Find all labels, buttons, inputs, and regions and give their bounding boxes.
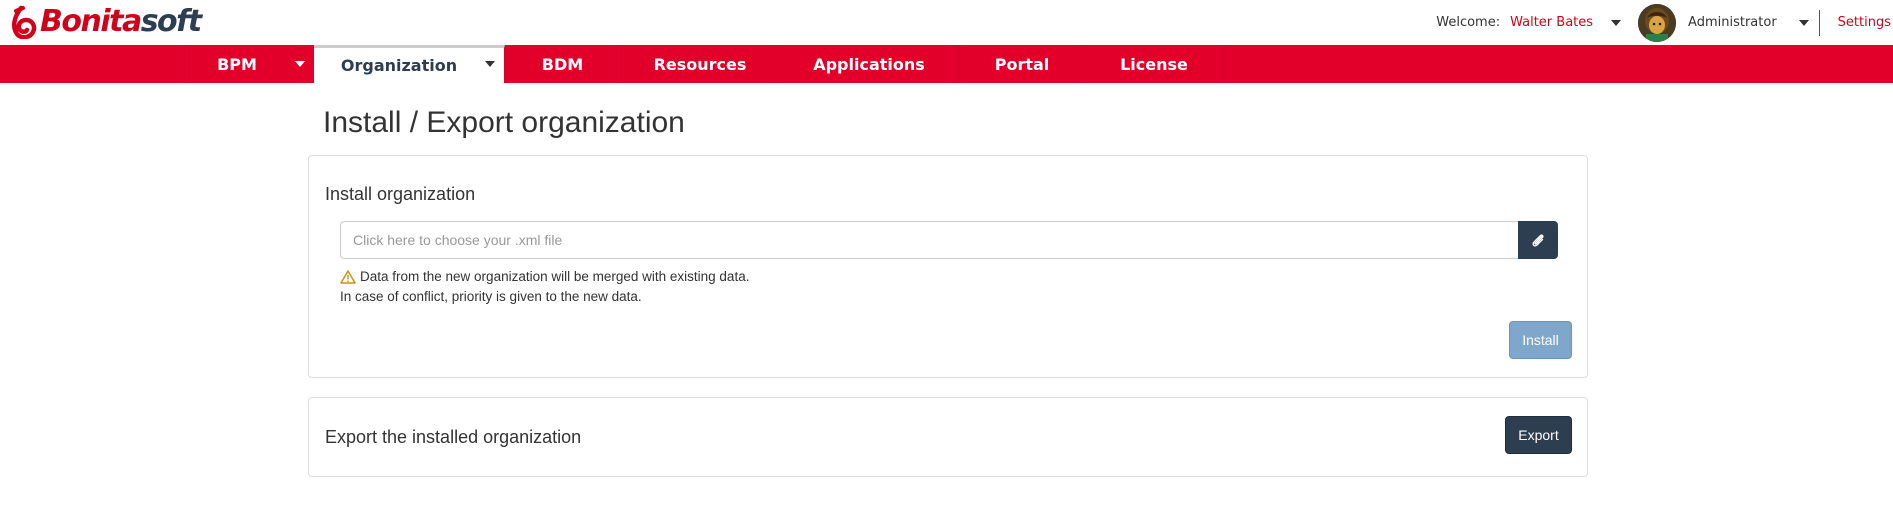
- nav-item-applications[interactable]: Applications: [780, 45, 959, 83]
- page-title: Install / Export organization: [323, 106, 685, 139]
- nav-item-label: License: [1120, 54, 1188, 74]
- nav-item-label: Organization: [340, 56, 458, 75]
- notice-line-2: In case of conflict, priority is given t…: [340, 289, 642, 304]
- profile-menu-caret-icon[interactable]: [1798, 19, 1809, 26]
- attach-file-button[interactable]: [1518, 221, 1558, 259]
- chevron-down-icon[interactable]: [485, 61, 495, 67]
- nav-item-organization[interactable]: Organization: [314, 45, 505, 83]
- nav-item-label: BDM: [541, 54, 584, 74]
- logo-text-soft: soft: [140, 4, 202, 39]
- nav-item-label: Resources: [653, 54, 747, 74]
- top-header: Bonitasoft Welcome: Walter Bates Adminis…: [0, 0, 1893, 45]
- logo-text: Bonitasoft: [40, 4, 202, 40]
- bonitasoft-logo-icon: [11, 5, 37, 39]
- header-divider: [1818, 9, 1820, 36]
- nav-item-bpm[interactable]: BPM: [188, 45, 314, 83]
- install-organization-panel: Install organization Data from the new o…: [308, 155, 1588, 378]
- user-name[interactable]: Walter Bates: [1510, 15, 1593, 30]
- chevron-down-icon[interactable]: [295, 61, 305, 67]
- main-nav: BPM Organization BDM Resources Applicati…: [0, 45, 1893, 83]
- welcome-label: Welcome:: [1436, 15, 1501, 30]
- bonitasoft-logo[interactable]: Bonitasoft: [8, 4, 202, 40]
- nav-item-portal[interactable]: Portal: [959, 45, 1086, 83]
- nav-item-label: Portal: [994, 54, 1050, 74]
- settings-link[interactable]: Settings: [1838, 15, 1891, 30]
- logo-text-bonita: Bonita: [40, 4, 142, 39]
- notice-line-1: Data from the new organization will be m…: [360, 269, 750, 284]
- nav-item-label: BPM: [217, 54, 257, 74]
- install-button[interactable]: Install: [1509, 321, 1572, 359]
- warning-icon: [340, 270, 356, 284]
- install-heading: Install organization: [325, 184, 476, 204]
- export-organization-panel: Export the installed organization Export: [308, 397, 1588, 477]
- xml-file-input[interactable]: [340, 221, 1518, 259]
- export-button[interactable]: Export: [1505, 416, 1572, 454]
- nav-item-resources[interactable]: Resources: [621, 45, 780, 83]
- paperclip-icon: [1532, 234, 1544, 247]
- avatar-image: [1638, 3, 1677, 42]
- user-area: Welcome: Walter Bates Administrator Sett…: [1436, 0, 1893, 45]
- nav-item-bdm[interactable]: BDM: [505, 45, 621, 83]
- merge-notice: Data from the new organization will be m…: [340, 267, 749, 307]
- profile-name[interactable]: Administrator: [1688, 15, 1777, 30]
- user-menu-caret-icon[interactable]: [1611, 19, 1622, 26]
- nav-item-label: Applications: [813, 54, 925, 74]
- nav-item-license[interactable]: License: [1086, 45, 1223, 83]
- export-heading: Export the installed organization: [325, 427, 582, 447]
- file-input-group: [340, 221, 1558, 259]
- avatar[interactable]: [1638, 3, 1677, 42]
